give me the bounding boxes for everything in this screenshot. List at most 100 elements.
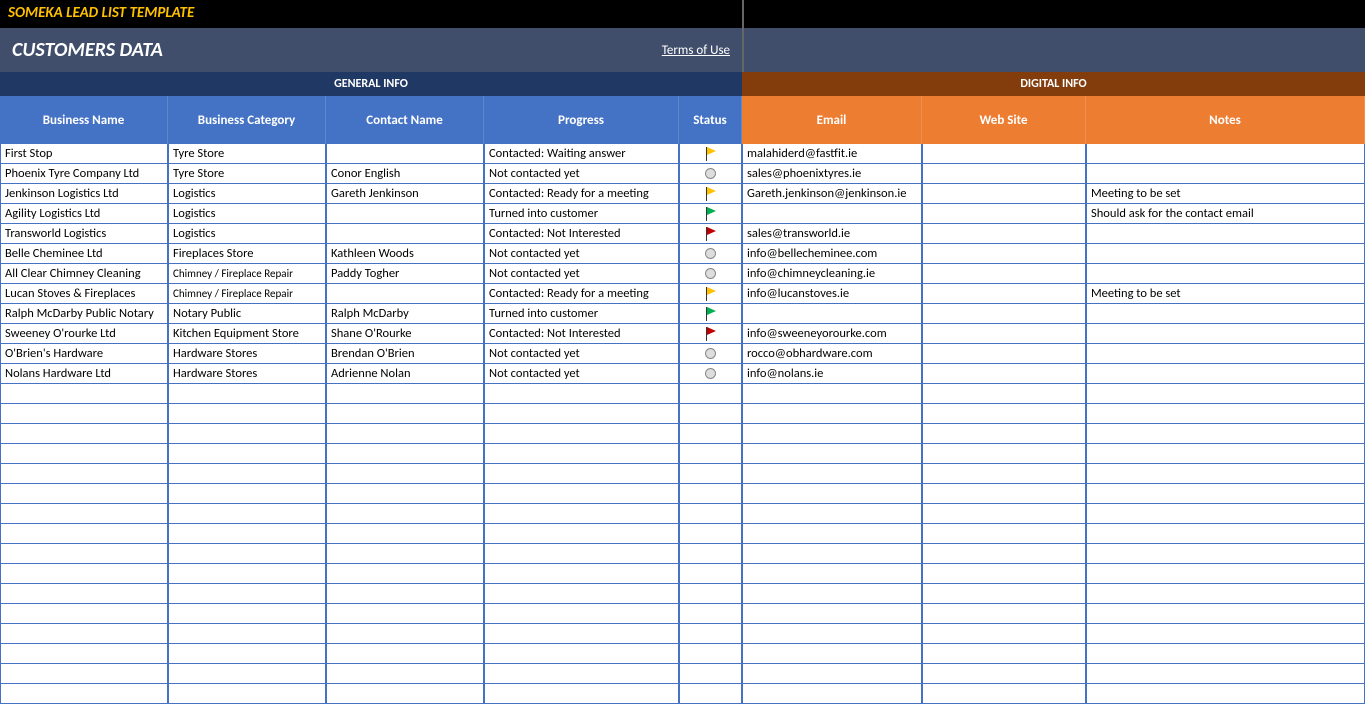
cell-empty[interactable] xyxy=(0,624,168,644)
cell-business-category[interactable]: Chimney / Fireplace Repair xyxy=(168,264,326,284)
cell-business-name[interactable]: All Clear Chimney Cleaning xyxy=(0,264,168,284)
cell-empty[interactable] xyxy=(326,384,484,404)
cell-status[interactable] xyxy=(679,264,742,284)
cell-business-category[interactable]: Logistics xyxy=(168,204,326,224)
cell-contact-name[interactable] xyxy=(326,144,484,164)
cell-empty[interactable] xyxy=(326,504,484,524)
col-email[interactable]: Email xyxy=(742,96,922,144)
cell-empty[interactable] xyxy=(742,604,922,624)
cell-notes[interactable] xyxy=(1086,324,1365,344)
cell-empty[interactable] xyxy=(922,484,1086,504)
table-row[interactable]: Phoenix Tyre Company LtdTyre StoreConor … xyxy=(0,164,1365,184)
cell-empty[interactable] xyxy=(326,424,484,444)
cell-contact-name[interactable]: Paddy Togher xyxy=(326,264,484,284)
cell-empty[interactable] xyxy=(1086,384,1365,404)
cell-empty[interactable] xyxy=(484,384,679,404)
cell-empty[interactable] xyxy=(0,444,168,464)
cell-empty[interactable] xyxy=(922,624,1086,644)
cell-email[interactable]: Gareth.jenkinson@jenkinson.ie xyxy=(742,184,922,204)
cell-empty[interactable] xyxy=(1086,504,1365,524)
cell-empty[interactable] xyxy=(922,604,1086,624)
cell-empty[interactable] xyxy=(922,664,1086,684)
cell-progress[interactable]: Not contacted yet xyxy=(484,244,679,264)
cell-empty[interactable] xyxy=(679,464,742,484)
cell-empty[interactable] xyxy=(679,624,742,644)
cell-empty[interactable] xyxy=(0,564,168,584)
cell-status[interactable] xyxy=(679,184,742,204)
cell-notes[interactable] xyxy=(1086,164,1365,184)
cell-website[interactable] xyxy=(922,344,1086,364)
cell-empty[interactable] xyxy=(168,624,326,644)
table-row-empty[interactable] xyxy=(0,624,1365,644)
cell-business-name[interactable]: O'Brien's Hardware xyxy=(0,344,168,364)
cell-empty[interactable] xyxy=(484,584,679,604)
cell-notes[interactable] xyxy=(1086,304,1365,324)
cell-empty[interactable] xyxy=(0,484,168,504)
cell-progress[interactable]: Turned into customer xyxy=(484,304,679,324)
cell-empty[interactable] xyxy=(1086,484,1365,504)
cell-website[interactable] xyxy=(922,144,1086,164)
cell-empty[interactable] xyxy=(0,384,168,404)
cell-status[interactable] xyxy=(679,304,742,324)
cell-empty[interactable] xyxy=(1086,404,1365,424)
cell-empty[interactable] xyxy=(484,544,679,564)
cell-business-name[interactable]: Agility Logistics Ltd xyxy=(0,204,168,224)
cell-empty[interactable] xyxy=(168,504,326,524)
cell-empty[interactable] xyxy=(0,404,168,424)
cell-website[interactable] xyxy=(922,304,1086,324)
table-row-empty[interactable] xyxy=(0,644,1365,664)
table-row-empty[interactable] xyxy=(0,564,1365,584)
cell-contact-name[interactable]: Shane O'Rourke xyxy=(326,324,484,344)
cell-empty[interactable] xyxy=(0,684,168,704)
cell-website[interactable] xyxy=(922,164,1086,184)
cell-empty[interactable] xyxy=(168,524,326,544)
cell-website[interactable] xyxy=(922,244,1086,264)
cell-progress[interactable]: Contacted: Ready for a meeting xyxy=(484,284,679,304)
cell-empty[interactable] xyxy=(1086,564,1365,584)
cell-empty[interactable] xyxy=(1086,584,1365,604)
cell-progress[interactable]: Turned into customer xyxy=(484,204,679,224)
cell-email[interactable]: info@chimneycleaning.ie xyxy=(742,264,922,284)
cell-email[interactable]: info@sweeneyorourke.com xyxy=(742,324,922,344)
cell-empty[interactable] xyxy=(0,424,168,444)
table-row-empty[interactable] xyxy=(0,584,1365,604)
cell-empty[interactable] xyxy=(326,564,484,584)
cell-business-name[interactable]: Lucan Stoves & Fireplaces xyxy=(0,284,168,304)
table-row[interactable]: Sweeney O'rourke LtdKitchen Equipment St… xyxy=(0,324,1365,344)
cell-business-name[interactable]: First Stop xyxy=(0,144,168,164)
table-row[interactable]: Ralph McDarby Public NotaryNotary Public… xyxy=(0,304,1365,324)
cell-empty[interactable] xyxy=(679,424,742,444)
table-row[interactable]: Lucan Stoves & FireplacesChimney / Firep… xyxy=(0,284,1365,304)
table-row-empty[interactable] xyxy=(0,664,1365,684)
cell-email[interactable] xyxy=(742,304,922,324)
cell-empty[interactable] xyxy=(326,404,484,424)
table-row[interactable]: O'Brien's HardwareHardware StoresBrendan… xyxy=(0,344,1365,364)
cell-contact-name[interactable] xyxy=(326,224,484,244)
cell-empty[interactable] xyxy=(326,524,484,544)
cell-email[interactable]: rocco@obhardware.com xyxy=(742,344,922,364)
cell-empty[interactable] xyxy=(922,464,1086,484)
cell-empty[interactable] xyxy=(326,604,484,624)
table-row-empty[interactable] xyxy=(0,544,1365,564)
cell-contact-name[interactable] xyxy=(326,204,484,224)
cell-empty[interactable] xyxy=(484,604,679,624)
cell-empty[interactable] xyxy=(0,604,168,624)
table-row[interactable]: Transworld LogisticsLogisticsContacted: … xyxy=(0,224,1365,244)
cell-progress[interactable]: Not contacted yet xyxy=(484,364,679,384)
cell-empty[interactable] xyxy=(168,604,326,624)
cell-status[interactable] xyxy=(679,224,742,244)
cell-empty[interactable] xyxy=(922,644,1086,664)
cell-status[interactable] xyxy=(679,164,742,184)
cell-notes[interactable]: Should ask for the contact email xyxy=(1086,204,1365,224)
cell-empty[interactable] xyxy=(922,544,1086,564)
cell-empty[interactable] xyxy=(1086,604,1365,624)
cell-empty[interactable] xyxy=(326,464,484,484)
cell-website[interactable] xyxy=(922,224,1086,244)
cell-progress[interactable]: Not contacted yet xyxy=(484,344,679,364)
cell-status[interactable] xyxy=(679,144,742,164)
cell-business-name[interactable]: Belle Cheminee Ltd xyxy=(0,244,168,264)
cell-status[interactable] xyxy=(679,324,742,344)
cell-empty[interactable] xyxy=(326,484,484,504)
cell-empty[interactable] xyxy=(679,584,742,604)
cell-empty[interactable] xyxy=(168,424,326,444)
